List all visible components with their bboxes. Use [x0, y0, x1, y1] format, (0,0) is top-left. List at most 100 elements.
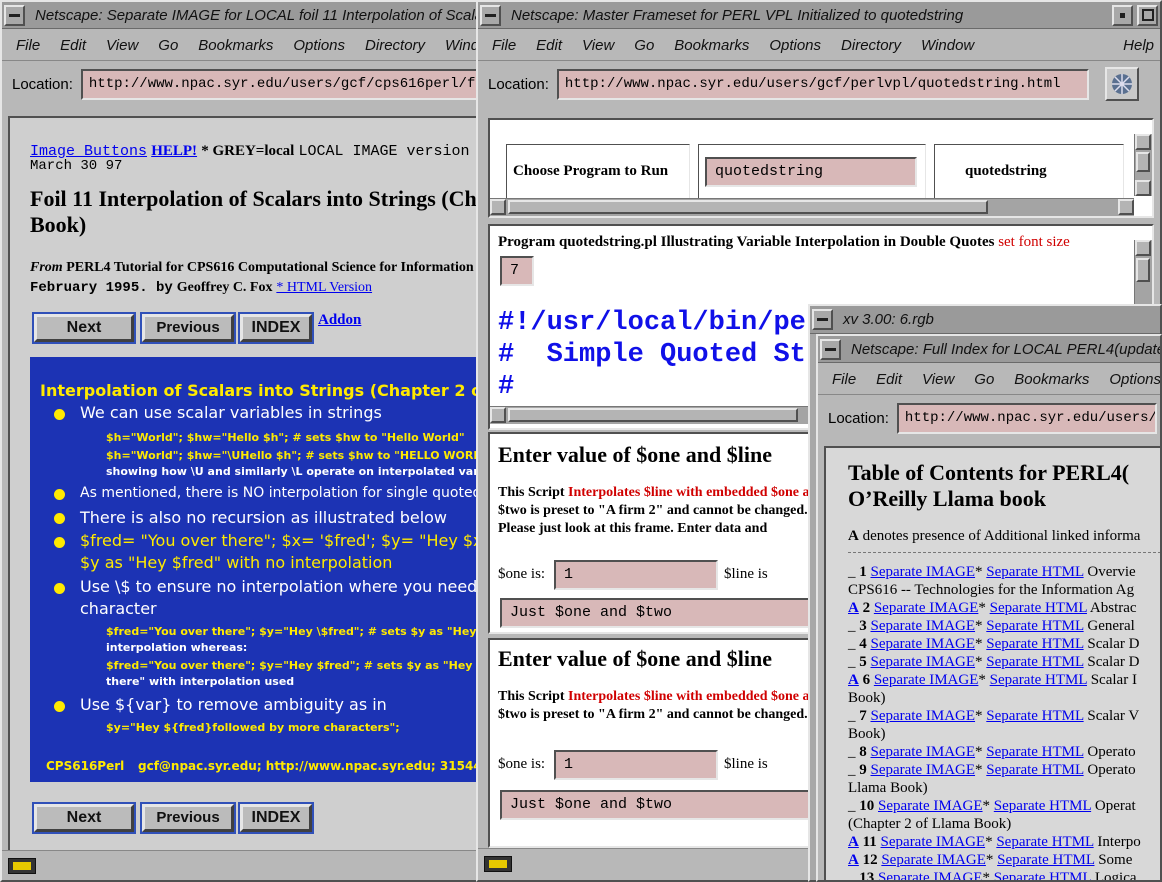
menu-view[interactable]: View: [106, 37, 138, 54]
next-button-bottom[interactable]: Next: [32, 802, 136, 834]
vertical-scrollbar[interactable]: [1134, 134, 1152, 196]
toc-row: Book): [848, 725, 1141, 743]
menu-edit[interactable]: Edit: [536, 37, 562, 54]
separate-image-link[interactable]: Separate IMAGE: [871, 654, 976, 670]
separate-html-link[interactable]: Separate HTML: [986, 618, 1083, 634]
title-bar[interactable]: Netscape: Master Frameset for PERL VPL I…: [478, 2, 1160, 29]
menu-view[interactable]: View: [922, 371, 954, 388]
separate-image-link[interactable]: Separate IMAGE: [871, 618, 976, 634]
index-button-bottom[interactable]: INDEX: [238, 802, 314, 834]
toc-row: _ 4 Separate IMAGE* Separate HTML Scalar…: [848, 636, 1140, 652]
separate-image-link[interactable]: Separate IMAGE: [871, 636, 976, 652]
additional-info-link[interactable]: A: [848, 852, 859, 868]
form1-line-input[interactable]: Just $one and $two: [500, 598, 840, 628]
menu-go[interactable]: Go: [158, 37, 178, 54]
slide-bullet-2: As mentioned, there is NO interpolation …: [80, 485, 490, 501]
menu-bookmarks[interactable]: Bookmarks: [198, 37, 273, 54]
additional-info-link[interactable]: A: [848, 672, 859, 688]
separate-image-link[interactable]: Separate IMAGE: [874, 672, 979, 688]
help-link[interactable]: HELP!: [151, 143, 197, 159]
separate-html-link[interactable]: Separate HTML: [990, 672, 1087, 688]
window-menu-button[interactable]: [480, 4, 501, 26]
menu-options[interactable]: Options: [1109, 371, 1160, 388]
html-version-link[interactable]: * HTML Version: [276, 280, 372, 295]
menu-bookmarks[interactable]: Bookmarks: [1014, 371, 1089, 388]
menu-help[interactable]: Help: [1123, 37, 1154, 54]
separate-image-link[interactable]: Separate IMAGE: [871, 744, 976, 760]
separate-html-link[interactable]: Separate HTML: [986, 654, 1083, 670]
window-menu-button[interactable]: [820, 338, 841, 360]
menu-edit[interactable]: Edit: [60, 37, 86, 54]
separate-html-link[interactable]: Separate HTML: [986, 636, 1083, 652]
toc-number: 3: [859, 618, 867, 634]
separate-image-link[interactable]: Separate IMAGE: [878, 798, 983, 814]
minimize-button[interactable]: [1112, 4, 1133, 26]
menu-file[interactable]: File: [832, 371, 856, 388]
location-input[interactable]: http://www.npac.syr.edu/users/gcf/perlvp…: [556, 68, 1089, 100]
slide-sub-1a: $h="World"; $hw="Hello $h"; # sets $hw t…: [106, 431, 465, 444]
separate-html-link[interactable]: Separate HTML: [986, 762, 1083, 778]
slide-sub-1b: $h="World"; $hw="\UHello $h"; # sets $hw…: [106, 449, 490, 462]
toc-title: Scalar V: [1087, 708, 1140, 724]
additional-info-link[interactable]: A: [848, 834, 859, 850]
separate-html-link[interactable]: Separate HTML: [994, 798, 1091, 814]
form1-one-input[interactable]: 1: [554, 560, 718, 590]
separate-image-link[interactable]: Separate IMAGE: [878, 870, 983, 880]
horizontal-scrollbar[interactable]: [490, 198, 1134, 216]
menu-edit[interactable]: Edit: [876, 371, 902, 388]
separate-html-link[interactable]: Separate HTML: [986, 708, 1083, 724]
menu-view[interactable]: View: [582, 37, 614, 54]
separate-image-link[interactable]: Separate IMAGE: [871, 564, 976, 580]
location-input[interactable]: http://www.npac.syr.edu/users/gcf/cps616…: [896, 402, 1157, 434]
menu-bookmarks[interactable]: Bookmarks: [674, 37, 749, 54]
form2-one-input[interactable]: 1: [554, 750, 718, 780]
menu-file[interactable]: File: [492, 37, 516, 54]
window-menu-button[interactable]: [812, 309, 833, 330]
separate-html-link[interactable]: Separate HTML: [986, 744, 1083, 760]
separate-image-link[interactable]: Separate IMAGE: [881, 834, 986, 850]
toc-marker: _: [848, 618, 856, 634]
xv-title-bar[interactable]: xv 3.00: 6.rgb: [810, 306, 1160, 334]
separate-image-link[interactable]: Separate IMAGE: [874, 600, 979, 616]
index-button[interactable]: INDEX: [238, 312, 314, 344]
separate-html-link[interactable]: Separate HTML: [990, 600, 1087, 616]
next-button[interactable]: Next: [32, 312, 136, 344]
menu-go[interactable]: Go: [634, 37, 654, 54]
separate-image-link[interactable]: Separate IMAGE: [871, 708, 976, 724]
program-result: quotedstring: [965, 163, 1047, 179]
choose-input-cell: quotedstring: [698, 144, 926, 200]
separate-image-link[interactable]: Separate IMAGE: [871, 762, 976, 778]
menu-directory[interactable]: Directory: [365, 37, 425, 54]
previous-button-bottom[interactable]: Previous: [140, 802, 236, 834]
menu-options[interactable]: Options: [769, 37, 821, 54]
program-input[interactable]: quotedstring: [705, 157, 917, 187]
separate-html-link[interactable]: Separate HTML: [986, 564, 1083, 580]
program-title: Program quotedstring.pl Illustrating Var…: [498, 234, 995, 250]
separate-image-link[interactable]: Separate IMAGE: [881, 852, 986, 868]
set-font-size-link[interactable]: set font size: [998, 234, 1070, 250]
slide-sub-5a: $fred="You over there"; $y="Hey \$fred";…: [106, 625, 488, 638]
menu-directory[interactable]: Directory: [841, 37, 901, 54]
separate-html-link[interactable]: Separate HTML: [997, 852, 1094, 868]
form2-line-input[interactable]: Just $one and $two: [500, 790, 840, 820]
title-bar[interactable]: Netscape: Separate IMAGE for LOCAL foil …: [2, 2, 488, 29]
window-foil-image: Netscape: Separate IMAGE for LOCAL foil …: [0, 0, 490, 882]
previous-button[interactable]: Previous: [140, 312, 236, 344]
maximize-button[interactable]: [1137, 4, 1158, 26]
additional-info-link[interactable]: A: [848, 600, 859, 616]
netscape-logo-icon[interactable]: [1104, 67, 1139, 101]
slide-sub-5d: there" with interpolation used: [106, 675, 295, 688]
menu-go[interactable]: Go: [974, 371, 994, 388]
title-bar[interactable]: Netscape: Full Index for LOCAL PERL4(upd…: [818, 336, 1160, 363]
separate-html-link[interactable]: Separate HTML: [996, 834, 1093, 850]
page-date: March 30 97: [30, 158, 123, 174]
menu-file[interactable]: File: [16, 37, 40, 54]
separate-html-link[interactable]: Separate HTML: [994, 870, 1091, 880]
addon-link[interactable]: Addon: [318, 312, 361, 329]
window-menu-button[interactable]: [4, 4, 25, 26]
menu-options[interactable]: Options: [293, 37, 345, 54]
menu-window[interactable]: Window: [921, 37, 974, 54]
location-bar: Location: http://www.npac.syr.edu/users/…: [818, 396, 1160, 440]
location-input[interactable]: http://www.npac.syr.edu/users/gcf/cps616…: [80, 68, 488, 100]
font-size-input[interactable]: 7: [500, 256, 534, 286]
